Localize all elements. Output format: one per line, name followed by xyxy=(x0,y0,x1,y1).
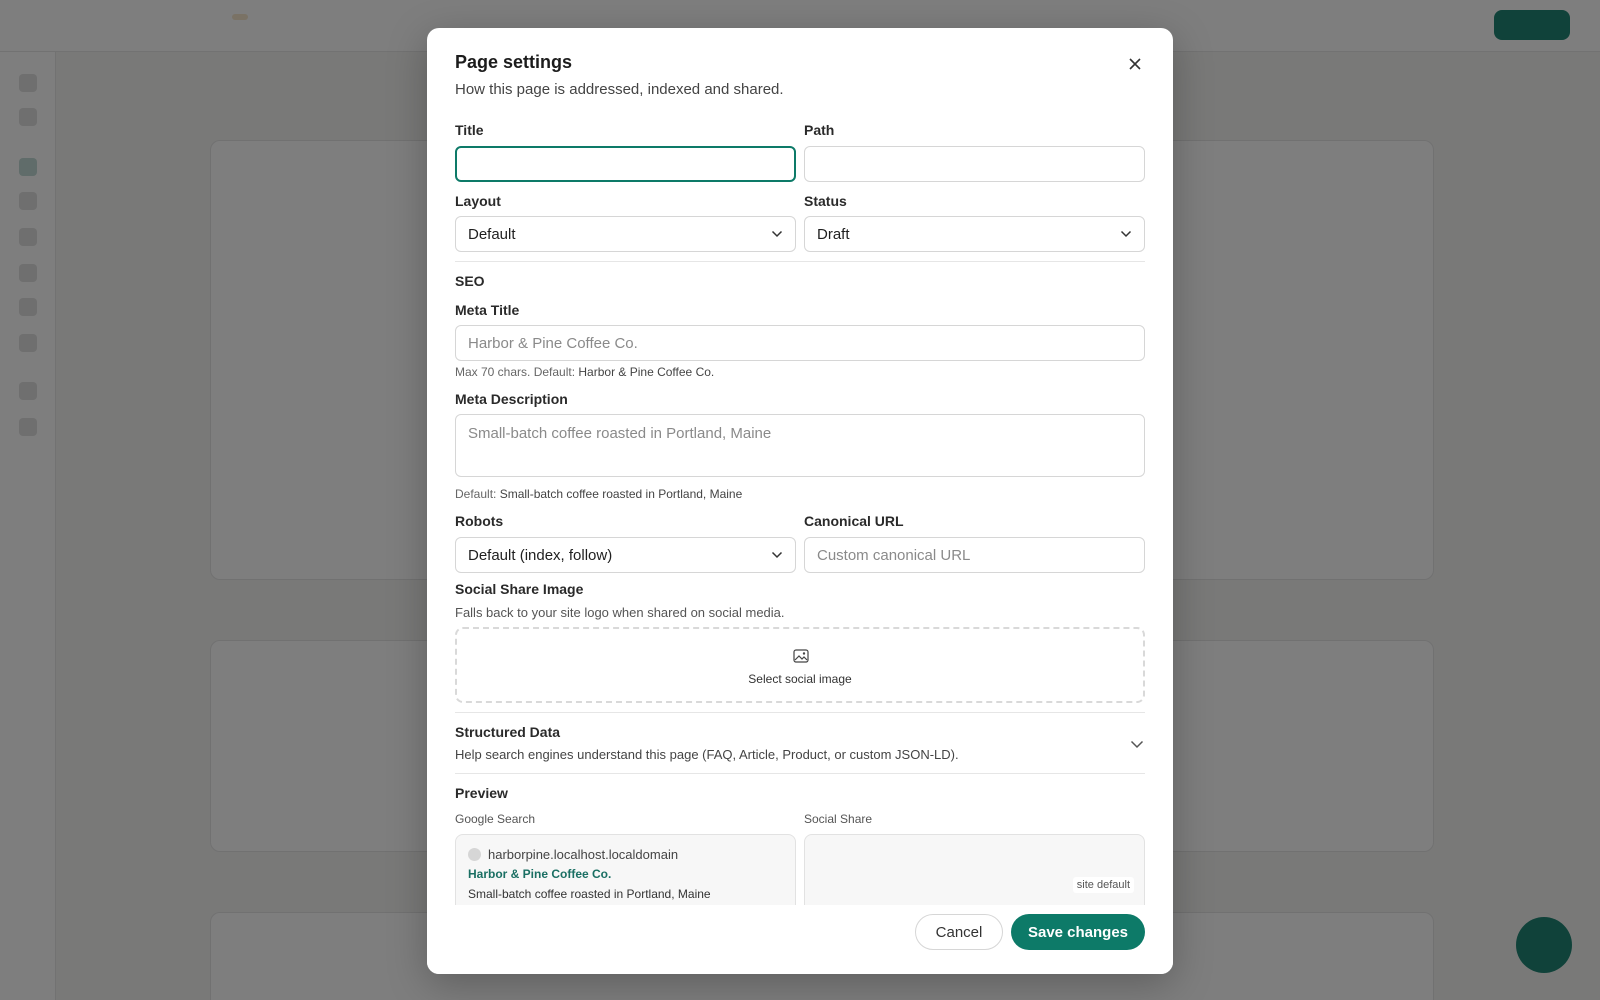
canonical-url-label: Canonical URL xyxy=(804,513,904,529)
dialog-body: Page settings How this page is addressed… xyxy=(427,28,1173,905)
divider xyxy=(455,773,1145,774)
chevron-down-icon xyxy=(771,230,783,238)
structured-data-title: Structured Data xyxy=(455,724,561,740)
layout-select[interactable]: Default xyxy=(455,216,796,252)
divider xyxy=(455,261,1145,262)
meta-description-hint-default: Small-batch coffee roasted in Portland, … xyxy=(499,487,743,501)
layout-label: Layout xyxy=(455,193,501,209)
dialog-title: Page settings xyxy=(455,52,573,72)
robots-select[interactable]: Default (index, follow) xyxy=(455,537,796,573)
select-social-image-label: Select social image xyxy=(748,672,852,686)
social-preview-label: Social Share xyxy=(804,812,873,826)
canonical-url-input[interactable] xyxy=(804,537,1145,573)
meta-title-hint-prefix: Max 70 chars. Default: xyxy=(455,365,579,379)
meta-description-label: Meta Description xyxy=(455,391,568,407)
seo-section-title: SEO xyxy=(455,273,485,289)
google-preview-label: Google Search xyxy=(455,812,536,826)
social-image-label: Social Share Image xyxy=(455,581,584,597)
save-changes-button[interactable]: Save changes xyxy=(1011,914,1145,950)
social-preview-card: site default xyxy=(804,834,1145,905)
title-input[interactable] xyxy=(455,146,796,182)
google-preview-title: Harbor & Pine Coffee Co. xyxy=(468,867,612,881)
status-label: Status xyxy=(804,193,847,209)
favicon xyxy=(468,848,481,861)
google-preview-card: harborpine.localhost.localdomain Harbor … xyxy=(455,834,796,905)
social-image-hint: Falls back to your site logo when shared… xyxy=(455,605,785,620)
status-select[interactable]: Draft xyxy=(804,216,1145,252)
meta-description-hint: Default: Small-batch coffee roasted in P… xyxy=(455,487,742,501)
path-input[interactable] xyxy=(804,146,1145,182)
meta-description-hint-prefix: Default: xyxy=(455,487,500,501)
chevron-down-icon[interactable] xyxy=(1130,740,1144,749)
google-preview-description: Small-batch coffee roasted in Portland, … xyxy=(468,887,711,901)
robots-select-value: Default (index, follow) xyxy=(468,547,613,564)
meta-title-hint: Max 70 chars. Default: Harbor & Pine Cof… xyxy=(455,365,714,379)
meta-title-label: Meta Title xyxy=(455,302,520,318)
chevron-down-icon xyxy=(1120,230,1132,238)
path-label: Path xyxy=(804,122,835,138)
divider xyxy=(455,712,1145,713)
status-select-value: Draft xyxy=(817,226,850,243)
site-default-badge: site default xyxy=(1072,877,1134,893)
image-icon xyxy=(793,649,809,663)
close-button[interactable] xyxy=(1125,54,1145,74)
dialog-footer: Cancel Save changes xyxy=(427,905,1173,974)
select-social-image-button[interactable]: Select social image xyxy=(455,627,1145,703)
preview-title: Preview xyxy=(455,785,508,801)
meta-title-input[interactable] xyxy=(455,325,1145,361)
meta-title-hint-default: Harbor & Pine Coffee Co. xyxy=(578,365,715,379)
dialog-subtitle: How this page is addressed, indexed and … xyxy=(455,81,784,98)
google-preview-domain: harborpine.localhost.localdomain xyxy=(488,847,679,862)
layout-select-value: Default xyxy=(468,226,516,243)
chevron-down-icon xyxy=(771,551,783,559)
page-settings-dialog: Page settings How this page is addressed… xyxy=(427,28,1173,974)
meta-description-textarea[interactable] xyxy=(455,414,1145,477)
structured-data-subtitle: Help search engines understand this page… xyxy=(455,747,959,762)
robots-label: Robots xyxy=(455,513,504,529)
cancel-button[interactable]: Cancel xyxy=(915,914,1003,950)
close-icon xyxy=(1129,58,1141,70)
title-label: Title xyxy=(455,122,484,138)
